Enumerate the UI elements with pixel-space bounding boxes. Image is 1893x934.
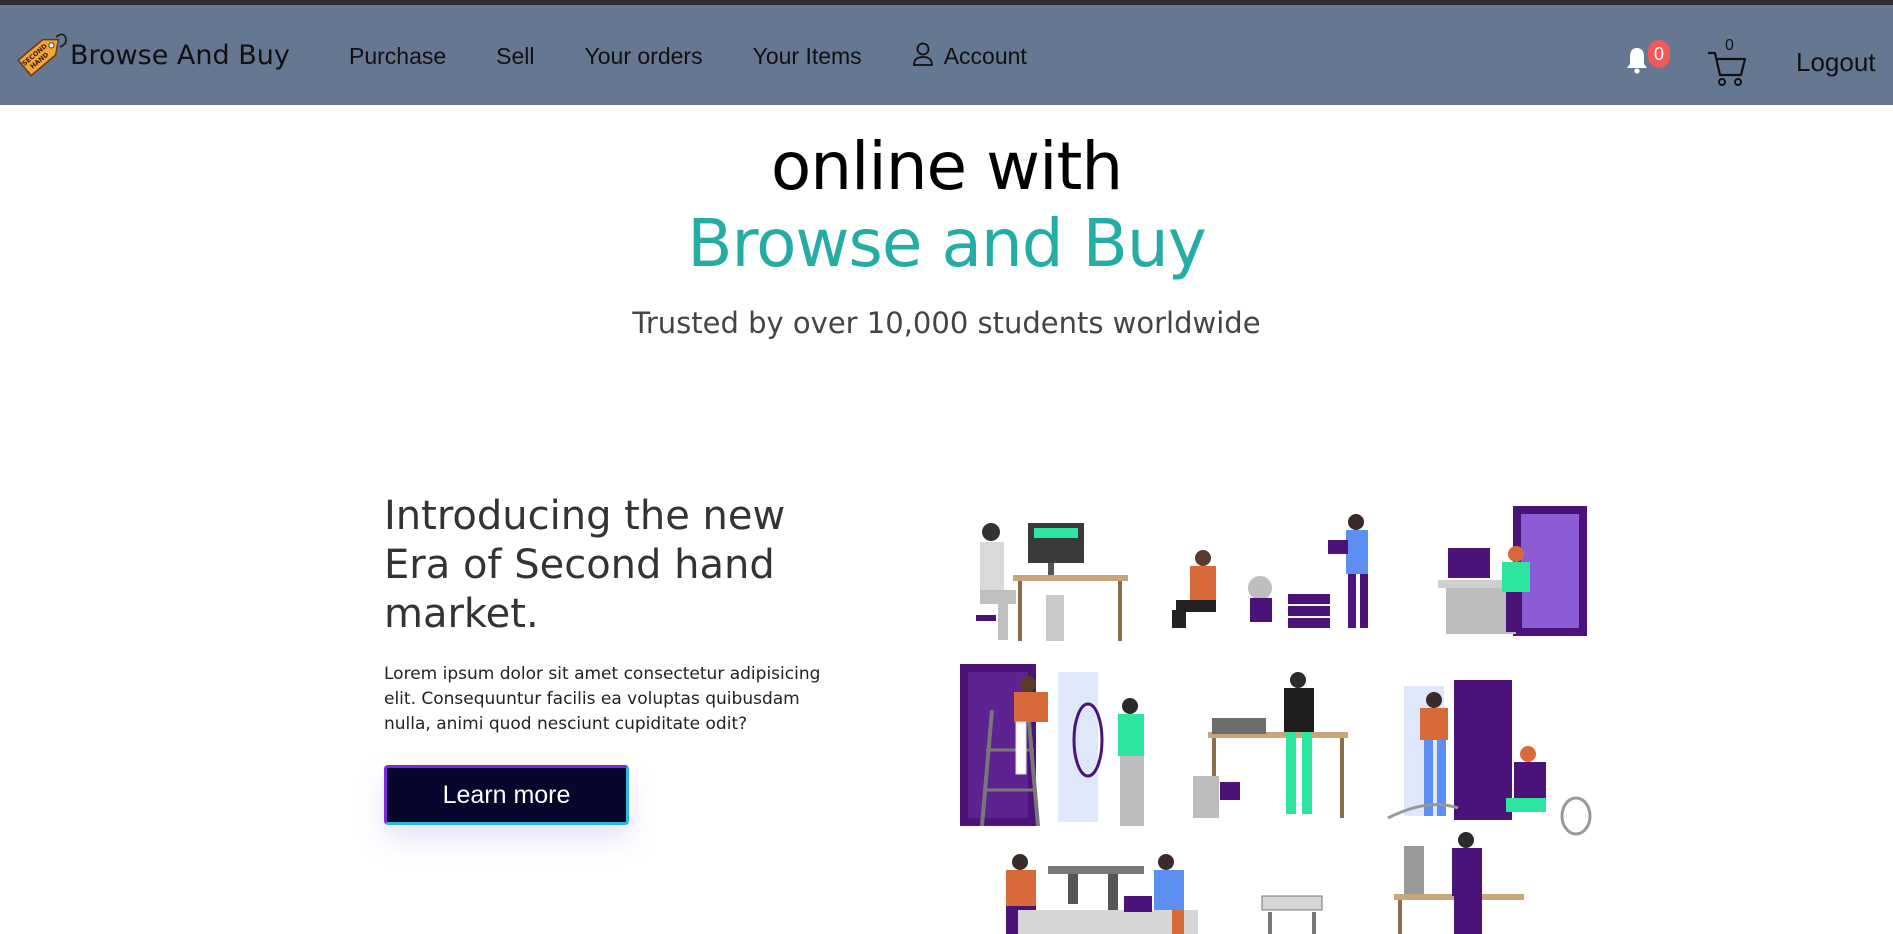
second-hand-tag-logo: SECOND HAND: [17, 33, 68, 77]
nav-account-label: Account: [943, 43, 1027, 69]
nav-purchase[interactable]: Purchase: [349, 43, 446, 70]
technicians-illustration: [960, 506, 1592, 934]
logout-link[interactable]: Logout: [1796, 47, 1876, 78]
brand-name: Browse And Buy: [70, 39, 290, 71]
illustration-cable-techs: [1387, 680, 1592, 836]
user-icon: [912, 42, 933, 66]
illustration-desk-worker-2: [1394, 832, 1524, 934]
notifications-button[interactable]: 0: [1626, 40, 1670, 80]
hero-heading-line1: online with: [770, 128, 1123, 205]
illustration-robot-repair: [1172, 514, 1368, 628]
notification-count-badge: 0: [1648, 40, 1670, 68]
illustration-equipment-stack: [1261, 895, 1323, 934]
illustration-desk-worker: [976, 523, 1128, 641]
nav-your-orders[interactable]: Your orders: [585, 43, 703, 70]
bell-icon: [1627, 48, 1647, 74]
nav-sell[interactable]: Sell: [496, 43, 534, 70]
brand-link[interactable]: SECOND HAND Browse And Buy: [12, 27, 290, 83]
navbar: SECOND HAND Browse And Buy Purchase Sell…: [0, 5, 1893, 105]
illustration-ladder-rack: [960, 664, 1144, 827]
hero-subtitle: Trusted by over 10,000 students worldwid…: [632, 306, 1261, 340]
illustration-robot-arm-lab: [1006, 854, 1198, 934]
cart-button[interactable]: 0: [1707, 37, 1747, 89]
illustration-server-desk: [1438, 506, 1587, 636]
shopping-cart-icon: [1708, 51, 1747, 86]
illustration-table-worker: [1193, 672, 1348, 818]
intro-body: Lorem ipsum dolor sit amet consectetur a…: [384, 664, 821, 734]
nav-menu: Purchase Sell Your orders Your Items Acc…: [349, 42, 1077, 70]
intro-title: Introducing the new Era of Second hand m…: [384, 493, 786, 637]
learn-more-button[interactable]: Learn more: [384, 765, 629, 825]
nav-your-items[interactable]: Your Items: [753, 43, 862, 70]
hero-heading-line2: Browse and Buy: [687, 205, 1207, 282]
nav-account[interactable]: Account: [912, 42, 1027, 70]
